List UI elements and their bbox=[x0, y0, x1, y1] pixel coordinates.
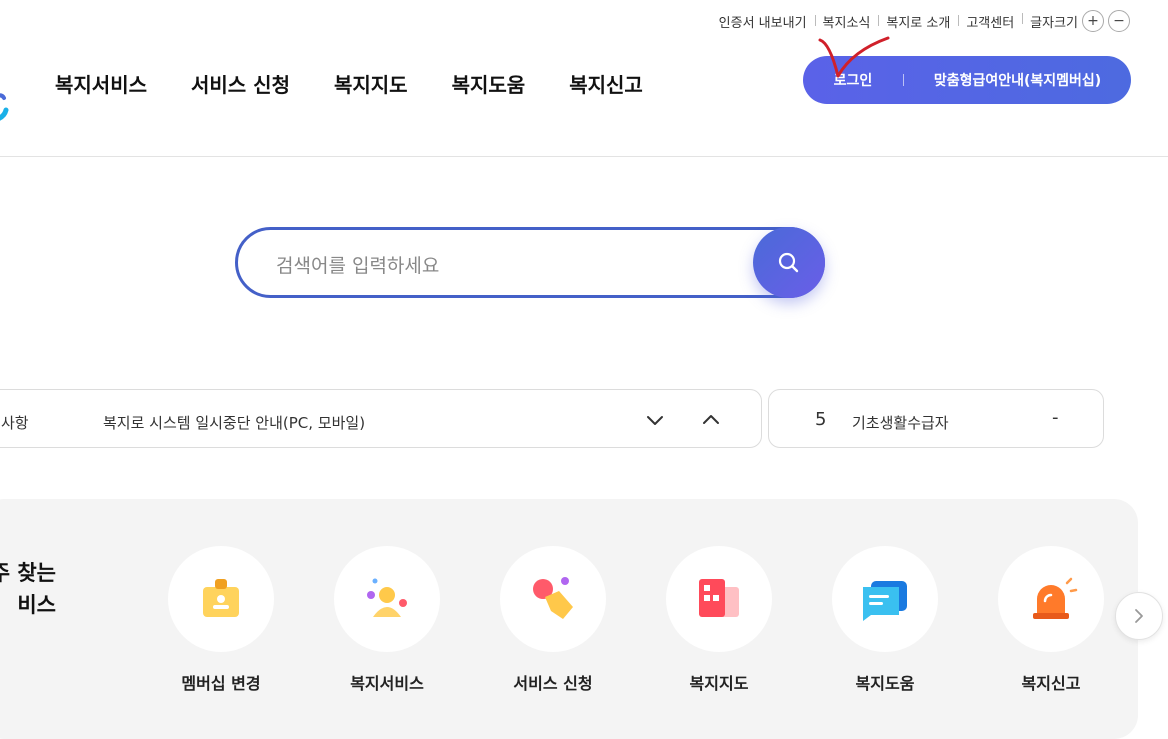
main-nav: 복지서비스 서비스 신청 복지지도 복지도움 복지신고 bbox=[55, 69, 687, 98]
nav-service-apply[interactable]: 서비스 신청 bbox=[191, 69, 290, 98]
quick-item-welfare-help[interactable]: 복지도움 bbox=[832, 546, 938, 694]
keyword-rank: 5 bbox=[815, 409, 827, 430]
notice-tag: 사항 bbox=[1, 414, 29, 432]
quick-item-membership[interactable]: 멤버십 변경 bbox=[168, 546, 274, 694]
util-link-customer-center[interactable]: 고객센터 bbox=[958, 12, 1022, 31]
font-decrease-button[interactable]: − bbox=[1108, 10, 1130, 32]
report-alarm-icon bbox=[998, 546, 1104, 652]
logo-fragment[interactable] bbox=[0, 88, 12, 128]
popular-keyword-box[interactable]: 5 기초생활수급자 - bbox=[768, 389, 1104, 448]
quick-item-welfare-report[interactable]: 복지신고 bbox=[998, 546, 1104, 694]
header-divider bbox=[0, 156, 1168, 157]
quick-item-label: 서비스 신청 bbox=[513, 674, 593, 693]
nav-welfare-map[interactable]: 복지지도 bbox=[334, 69, 408, 98]
quick-item-service-apply[interactable]: 서비스 신청 bbox=[500, 546, 606, 694]
chevron-up-icon[interactable] bbox=[701, 410, 721, 430]
quick-title-line2: 비스 bbox=[17, 593, 56, 617]
login-bar: 로그인 맞춤형급여안내(복지멤버십) bbox=[803, 56, 1131, 104]
util-link-cert-export[interactable]: 인증서 내보내기 bbox=[711, 12, 815, 31]
notice-bar: 사항 복지로 시스템 일시중단 안내(PC, 모바일) bbox=[0, 389, 762, 448]
keyword-change: - bbox=[1052, 407, 1059, 428]
apply-icon bbox=[500, 546, 606, 652]
login-button[interactable]: 로그인 bbox=[803, 70, 903, 90]
chevron-down-icon[interactable] bbox=[645, 410, 665, 430]
utility-bar: 인증서 내보내기 복지소식 복지로 소개 고객센터 글자크기 + − bbox=[711, 10, 1138, 32]
search-input[interactable]: 검색어를 입력하세요 bbox=[276, 251, 439, 278]
quick-item-welfare-service[interactable]: 복지서비스 bbox=[334, 546, 440, 694]
search-icon bbox=[778, 252, 799, 272]
help-icon bbox=[832, 546, 938, 652]
util-link-welfare-news[interactable]: 복지소식 bbox=[814, 12, 879, 31]
quick-item-label: 복지도움 bbox=[855, 674, 915, 693]
util-link-about[interactable]: 복지로 소개 bbox=[878, 12, 958, 31]
nav-welfare-service[interactable]: 복지서비스 bbox=[55, 69, 147, 98]
map-icon bbox=[666, 546, 772, 652]
notice-text[interactable]: 복지로 시스템 일시중단 안내(PC, 모바일) bbox=[103, 412, 365, 433]
welfare-service-icon bbox=[334, 546, 440, 652]
chevron-right-icon bbox=[1135, 609, 1143, 623]
nav-welfare-report[interactable]: 복지신고 bbox=[569, 69, 643, 98]
quick-item-label: 복지지도 bbox=[689, 674, 749, 693]
font-size-label: 글자크기 bbox=[1030, 15, 1078, 31]
quick-service-title: 주 찾는 비스 bbox=[0, 557, 56, 621]
quick-item-label: 복지신고 bbox=[1021, 674, 1081, 693]
font-size-control: 글자크기 + − bbox=[1022, 10, 1138, 32]
membership-icon bbox=[168, 546, 274, 652]
quick-item-welfare-map[interactable]: 복지지도 bbox=[666, 546, 772, 694]
quick-title-line1: 주 찾는 bbox=[0, 561, 56, 585]
membership-guide-button[interactable]: 맞춤형급여안내(복지멤버십) bbox=[904, 70, 1131, 90]
quick-item-label: 복지서비스 bbox=[350, 674, 424, 693]
font-increase-button[interactable]: + bbox=[1082, 10, 1104, 32]
search-button[interactable] bbox=[753, 227, 825, 298]
quick-item-label: 멤버십 변경 bbox=[181, 674, 261, 693]
nav-welfare-help[interactable]: 복지도움 bbox=[452, 69, 526, 98]
carousel-next-button[interactable] bbox=[1115, 592, 1163, 640]
search-box[interactable]: 검색어를 입력하세요 bbox=[235, 227, 825, 298]
keyword-text[interactable]: 기초생활수급자 bbox=[852, 412, 949, 433]
